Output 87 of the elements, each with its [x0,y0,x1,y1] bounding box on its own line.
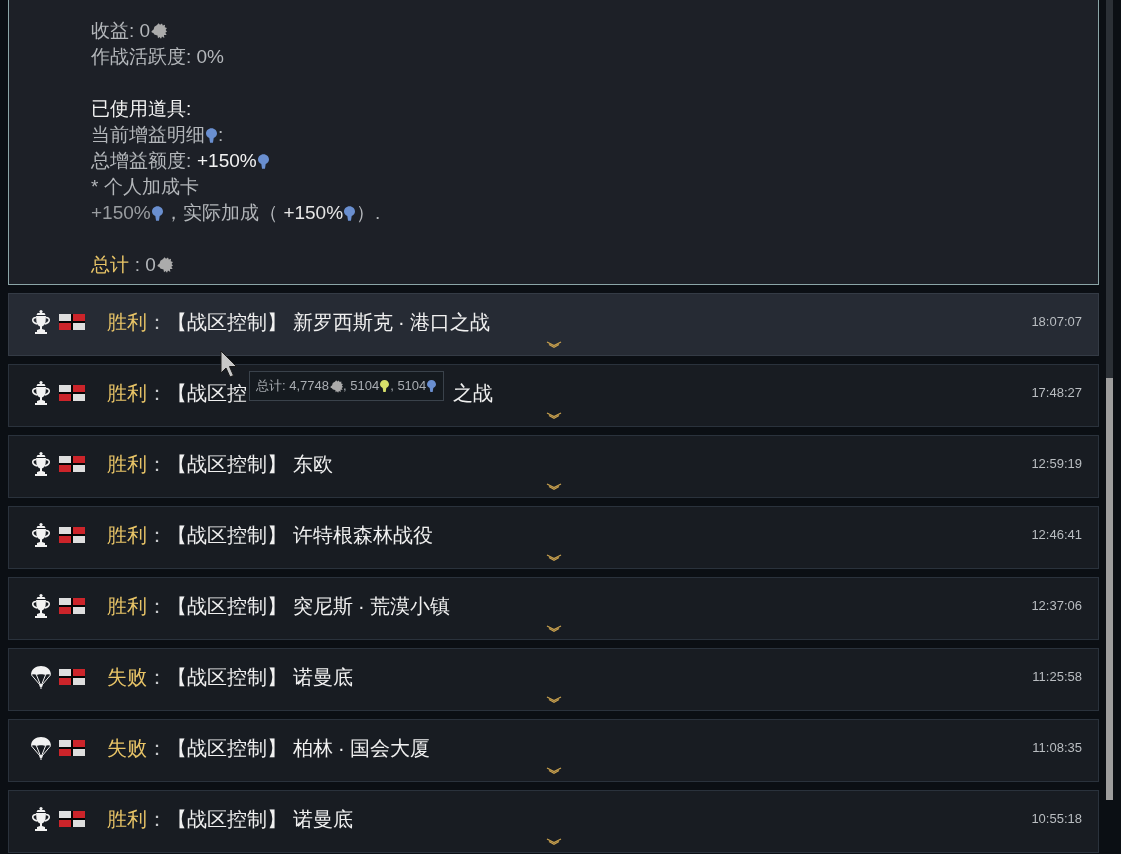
detail-text: ）. [356,201,381,225]
team-flag-icon [59,669,85,685]
chevron-down-icon[interactable] [545,483,562,490]
colon-text: ： [147,665,167,690]
match-title: 【战区控 [167,381,247,406]
parachute-icon [30,736,52,760]
match-title: 【战区控制】 柏林 · 国会大厦 [167,736,431,761]
chevron-down-icon[interactable] [545,412,562,419]
match-title: 之战 [453,381,493,406]
chevron-down-icon[interactable] [545,554,562,561]
match-title: 【战区控制】 东欧 [167,452,333,477]
chevron-down-icon[interactable] [545,838,562,845]
detail-text: ，实际加成（ [163,201,278,225]
detail-text: : 0 [134,253,156,277]
match-time: 11:08:35 [1032,739,1082,758]
chevron-down-icon[interactable] [545,696,562,703]
trophy-icon [30,452,52,476]
match-time: 17:48:27 [1031,384,1082,403]
team-flag-icon [59,314,85,330]
chevron-down-icon[interactable] [545,625,562,632]
team-flag-icon [59,740,85,756]
team-flag-icon [59,811,85,827]
colon-text: ： [147,594,167,619]
result-label: 失败 [107,736,147,761]
detail-text: 总增益额度: [91,149,192,173]
lion-head-icon [151,23,168,39]
result-label: 胜利 [107,452,147,477]
tooltip-text: 总计: 4,7748 [256,377,329,396]
colon-text: ： [147,523,167,548]
detail-text: 已使用道具: [91,97,192,121]
mouse-pointer-icon [220,350,239,378]
detail-text: 当前增益明细 [91,123,205,147]
detail-text: 作战活跃度: 0% [91,45,225,69]
tooltip-text: , 5104 [343,377,380,396]
match-time: 11:25:58 [1032,668,1082,687]
result-label: 胜利 [107,594,147,619]
trophy-icon [30,594,52,618]
detail-text: 总计 [91,253,129,277]
detail-text: : [218,123,224,147]
result-label: 胜利 [107,807,147,832]
team-flag-icon [59,598,85,614]
match-title: 【战区控制】 诺曼底 [167,665,353,690]
match-time: 10:55:18 [1031,810,1082,829]
chevron-down-icon[interactable] [545,341,562,348]
lion-head-icon [330,379,343,393]
detail-text: +150% [283,201,344,225]
result-label: 胜利 [107,381,147,406]
result-label: 失败 [107,665,147,690]
result-label: 胜利 [107,310,147,335]
team-flag-icon [59,527,85,543]
team-flag-icon [59,385,85,401]
trophy-icon [30,523,52,547]
detail-text: +150% [196,149,257,173]
chevron-down-icon[interactable] [545,767,562,774]
colon-text: ： [147,452,167,477]
match-row[interactable]: 胜利：【战区控制】 许特根森林战役 12:46:41 [8,506,1099,569]
match-title: 【战区控制】 突尼斯 · 荒漠小镇 [167,594,451,619]
match-time: 12:46:41 [1031,526,1082,545]
lion-head-icon [156,257,173,273]
match-title: 【战区控制】 许特根森林战役 [167,523,433,548]
match-row[interactable]: 失败：【战区控制】 诺曼底 11:25:58 [8,648,1099,711]
trophy-icon [30,310,52,334]
match-row[interactable]: 胜利：【战区控制】 诺曼底 10:55:18 [8,790,1099,853]
detail-text: +150% [91,201,151,225]
team-flag-icon [59,456,85,472]
trophy-icon [30,807,52,831]
match-row[interactable]: 胜利：【战区控制】 东欧 12:59:19 [8,435,1099,498]
scrollbar-thumb[interactable] [1106,378,1113,800]
colon-text: ： [147,807,167,832]
match-row[interactable]: 胜利：【战区控制】 突尼斯 · 荒漠小镇 12:37:06 [8,577,1099,640]
match-time: 12:59:19 [1031,455,1082,474]
trophy-icon [30,381,52,405]
colon-text: ： [147,310,167,335]
parachute-icon [30,665,52,689]
result-label: 胜利 [107,523,147,548]
detail-text: * 个人加成卡 [91,175,199,199]
match-title: 【战区控制】 诺曼底 [167,807,353,832]
colon-text: ： [147,381,167,406]
colon-text: ： [147,736,167,761]
match-row[interactable]: 失败：【战区控制】 柏林 · 国会大厦 11:08:35 [8,719,1099,782]
detail-text: 收益: 0 [91,19,151,43]
match-time: 12:37:06 [1031,597,1082,616]
match-time: 18:07:07 [1031,313,1082,332]
scrollbar-track[interactable] [1106,0,1113,800]
tooltip-text: , 5104 [390,377,427,396]
match-title: 【战区控制】 新罗西斯克 · 港口之战 [167,310,491,335]
match-row[interactable]: 胜利：【战区控制】 新罗西斯克 · 港口之战 18:07:07 [8,293,1099,356]
